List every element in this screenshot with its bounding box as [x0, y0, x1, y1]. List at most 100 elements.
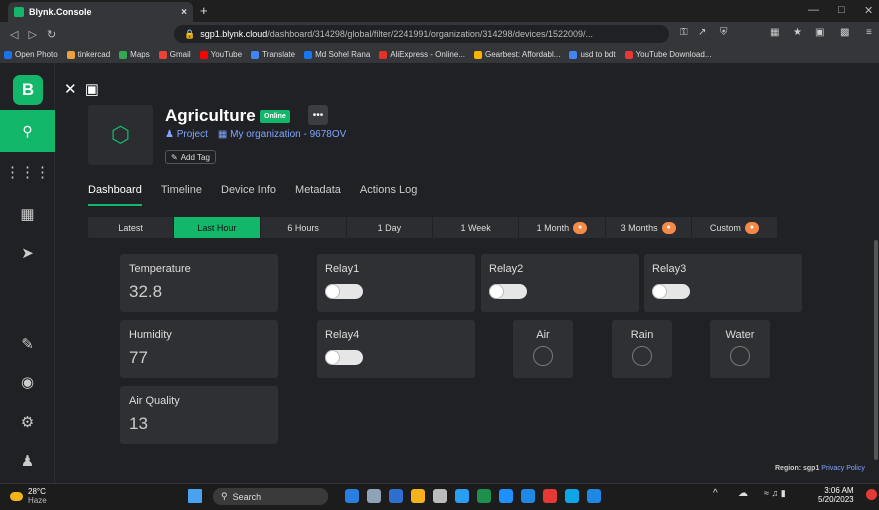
grid-icon[interactable]: ⋮⋮⋮: [0, 163, 55, 181]
bookmark-item[interactable]: YouTube Download...: [624, 50, 711, 59]
organization-link[interactable]: ▦ My organization - 9678OV: [218, 129, 346, 140]
relay3-switch[interactable]: [652, 284, 690, 299]
bookmark-item[interactable]: AliExpress - Online...: [379, 50, 465, 59]
reload-icon[interactable]: ↻: [47, 28, 56, 41]
help-icon[interactable]: ◉: [0, 373, 55, 391]
brave-shield-icon[interactable]: ⛨: [720, 27, 728, 38]
taskbar-app-icon[interactable]: [543, 489, 557, 503]
bookmark-item[interactable]: tinkercad: [66, 50, 110, 59]
taskbar-app-icon[interactable]: [499, 489, 513, 503]
bookmark-item[interactable]: Translate: [251, 50, 295, 59]
page-scrollbar[interactable]: [874, 240, 878, 460]
bookmark-item[interactable]: usd to bdt: [569, 50, 616, 59]
megaphone-icon[interactable]: ✎: [0, 335, 55, 353]
bookmark-favicon-icon: [624, 50, 633, 59]
more-options-button[interactable]: •••: [308, 105, 328, 125]
wifi-volume-battery-icon[interactable]: ≈ ♫ ▮: [764, 488, 786, 499]
bookmark-favicon-icon: [4, 50, 12, 59]
time-range-6-hours[interactable]: 6 Hours: [261, 217, 347, 238]
air-label: Air: [536, 329, 550, 341]
project-link[interactable]: ♟ Project: [165, 129, 208, 140]
time-range-label: 3 Months: [620, 222, 658, 233]
time-range-last-hour[interactable]: Last Hour: [174, 217, 261, 238]
bookmark-label: AliExpress - Online...: [390, 50, 465, 59]
time-range-3-months[interactable]: 3 Months ●: [606, 217, 692, 238]
tab-title: Blynk.Console: [29, 7, 92, 17]
address-bar[interactable]: 🔒 sgp1.blynk.cloud /dashboard/314298/glo…: [174, 25, 669, 43]
tray-chevron-icon[interactable]: ^: [713, 488, 718, 499]
time-range-1-week[interactable]: 1 Week: [433, 217, 520, 238]
taskbar-app-icon[interactable]: [433, 489, 447, 503]
minimize-icon[interactable]: —: [808, 4, 819, 16]
bookmark-label: Gearbest: Affordabl...: [484, 50, 561, 59]
bookmark-item[interactable]: YouTube: [199, 50, 242, 59]
extension-icon[interactable]: ▦: [770, 27, 779, 38]
send-icon[interactable]: ➤: [0, 244, 55, 262]
windows-start-icon[interactable]: [188, 489, 202, 503]
tab-close-icon[interactable]: ×: [181, 7, 187, 18]
time-range-latest[interactable]: Latest: [88, 217, 175, 238]
bookmark-item[interactable]: Gearbest: Affordabl...: [473, 50, 561, 59]
new-tab-button[interactable]: +: [200, 3, 208, 18]
relay1-switch[interactable]: [325, 284, 363, 299]
share-icon[interactable]: ↗: [698, 27, 706, 38]
star-icon[interactable]: ★: [793, 27, 802, 38]
bookmark-item[interactable]: Gmail: [158, 50, 191, 59]
notification-icon[interactable]: [866, 489, 877, 500]
weather-widget[interactable]: 28°C Haze: [10, 487, 47, 505]
tab-timeline[interactable]: Timeline: [161, 184, 202, 206]
time-range-1-month[interactable]: 1 Month ●: [519, 217, 606, 238]
sidebar-toggle-icon[interactable]: ▣: [815, 27, 824, 38]
add-tag-button[interactable]: ✎ Add Tag: [165, 150, 216, 164]
relay4-widget: Relay4: [317, 320, 475, 378]
forward-icon[interactable]: ▷: [28, 28, 36, 41]
building-icon[interactable]: ▦: [0, 205, 55, 223]
user-icon[interactable]: ♟: [0, 452, 55, 470]
tab-device-info[interactable]: Device Info: [221, 184, 276, 206]
restore-icon[interactable]: □: [838, 4, 845, 16]
cloud-icon[interactable]: ☁: [738, 488, 748, 499]
wallet-icon[interactable]: ▩: [840, 27, 849, 38]
air-led: [533, 346, 553, 366]
bookmark-item[interactable]: Maps: [119, 50, 150, 59]
close-window-icon[interactable]: ✕: [864, 4, 873, 17]
taskbar-app-icon[interactable]: [389, 489, 403, 503]
taskbar-clock[interactable]: 3:06 AM 5/20/2023: [818, 486, 854, 504]
taskbar-search-label: Search: [232, 491, 262, 502]
taskbar-search[interactable]: ⚲ Search: [213, 488, 328, 505]
tab-dashboard[interactable]: Dashboard: [88, 184, 142, 206]
time-range-1-day[interactable]: 1 Day: [347, 217, 433, 238]
expand-panel-icon[interactable]: ▣: [85, 81, 99, 98]
menu-icon[interactable]: ≡: [866, 27, 872, 38]
blynk-logo[interactable]: B: [13, 75, 43, 105]
taskbar-app-icon[interactable]: [345, 489, 359, 503]
taskbar-app-icon[interactable]: [411, 489, 425, 503]
relay2-widget: Relay2: [481, 254, 639, 312]
bookmark-item[interactable]: Md Sohel Rana: [304, 50, 370, 59]
taskbar-app-icon[interactable]: [587, 489, 601, 503]
temperature-value: 32.8: [129, 282, 163, 301]
taskbar-app-icon[interactable]: [477, 489, 491, 503]
relay2-switch[interactable]: [489, 284, 527, 299]
bookmark-item[interactable]: Open Photo: [4, 50, 58, 59]
search-icon[interactable]: ⚲: [0, 110, 55, 152]
relay3-widget: Relay3: [644, 254, 802, 312]
time-range-custom[interactable]: Custom ●: [692, 217, 778, 238]
back-icon[interactable]: ◁: [10, 28, 18, 41]
air-quality-label: Air Quality: [129, 395, 180, 407]
taskbar-app-icon[interactable]: [521, 489, 535, 503]
relay4-switch[interactable]: [325, 350, 363, 365]
tab-metadata[interactable]: Metadata: [295, 184, 341, 206]
taskbar-app-icon[interactable]: [565, 489, 579, 503]
privacy-link[interactable]: Privacy Policy: [821, 465, 865, 472]
status-badge: Online: [260, 110, 290, 123]
settings-icon[interactable]: ⚙: [0, 413, 55, 431]
taskbar-app-icon[interactable]: [455, 489, 469, 503]
tab-actions-log[interactable]: Actions Log: [360, 184, 417, 206]
bookmark-favicon-icon: [199, 50, 208, 59]
close-panel-icon[interactable]: ✕: [64, 81, 77, 98]
browser-tab[interactable]: Blynk.Console ×: [8, 2, 193, 22]
key-icon[interactable]: ⚿: [680, 27, 688, 38]
taskbar-app-icon[interactable]: [367, 489, 381, 503]
bookmark-label: Translate: [262, 50, 296, 59]
